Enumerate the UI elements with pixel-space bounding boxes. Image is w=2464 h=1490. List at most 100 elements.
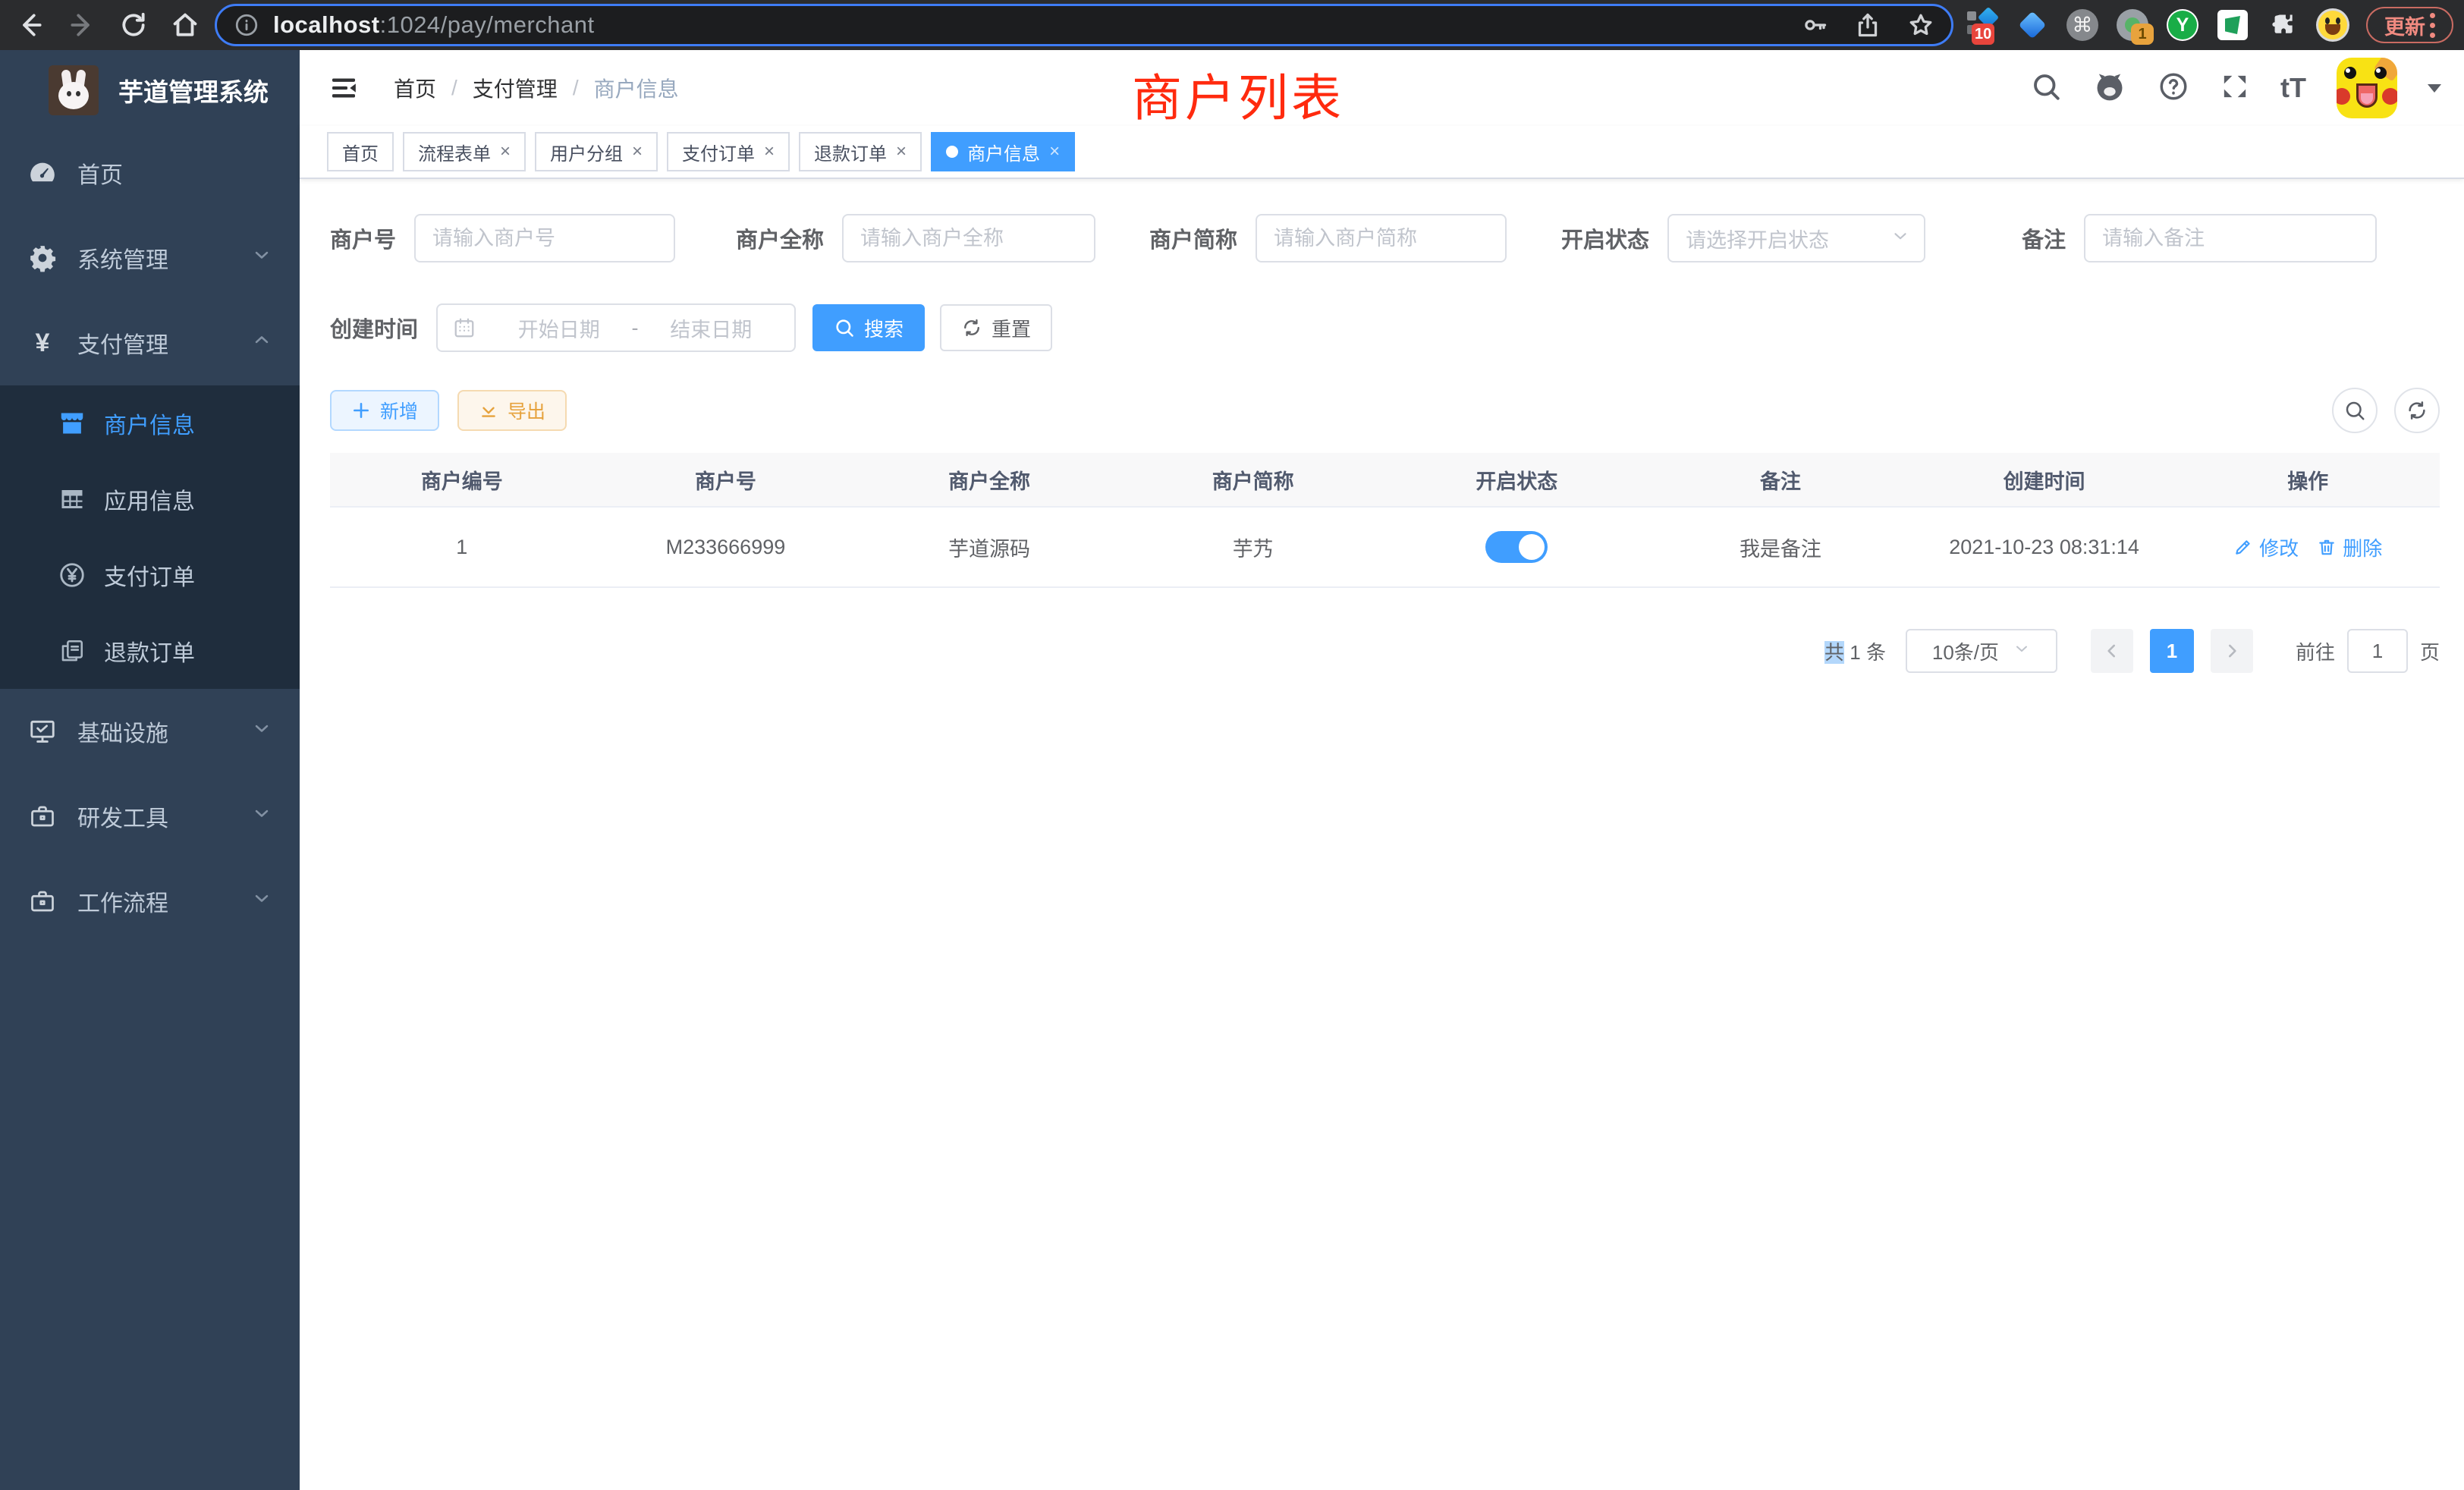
prev-page-button[interactable] [2091,629,2133,673]
edit-button[interactable]: 修改 [2233,533,2299,561]
close-icon[interactable]: × [896,143,907,161]
shop-icon [57,409,87,438]
chevron-down-icon [2013,640,2031,663]
sidebar-toggle-button[interactable] [325,70,362,106]
sidebar-item-app-info[interactable]: 应用信息 [0,461,300,537]
site-info-icon[interactable] [234,12,259,38]
sidebar-item-devtools[interactable]: 研发工具 [0,774,300,859]
close-icon[interactable]: × [1049,143,1060,161]
refresh-table-button[interactable] [2394,388,2440,433]
pagination-jumper: 前往 页 [2296,629,2440,673]
browser-back-button[interactable] [9,4,52,46]
browser-update-button[interactable]: 更新 [2366,7,2453,43]
close-icon[interactable]: × [500,143,511,161]
grid-icon [57,486,87,513]
tab-refund-order[interactable]: 退款订单 × [799,132,922,171]
share-icon[interactable] [1854,11,1881,39]
total-prefix: 共 [1824,641,1844,664]
close-icon[interactable]: × [632,143,643,161]
col-remark: 备注 [1648,465,1912,495]
help-icon[interactable] [2158,71,2189,106]
avatar[interactable] [2337,58,2397,118]
reset-button[interactable]: 重置 [940,304,1052,351]
tab-merchant-info[interactable]: 商户信息 × [931,132,1075,171]
extension-gem-icon[interactable] [2016,8,2049,42]
page-content: 商户号 商户全称 商户简称 开启状态 请选择开启状态 [300,179,2464,1490]
fullscreen-icon[interactable] [2220,71,2250,105]
total-count: 1 [1850,641,1860,664]
sidebar-item-merchant-info[interactable]: 商户信息 [0,385,300,461]
sidebar-item-workflow[interactable]: 工作流程 [0,859,300,944]
breadcrumb-home[interactable]: 首页 [394,73,436,103]
browser-menu-icon[interactable] [2430,13,2435,38]
goto-page-input[interactable] [2347,629,2408,673]
col-actions: 操作 [2176,465,2440,495]
breadcrumb-separator: / [573,76,579,100]
command-glyph: ⌘ [2066,9,2098,41]
breadcrumb: 首页 / 支付管理 / 商户信息 [394,73,679,103]
goto-suffix: 页 [2420,637,2440,665]
browser-home-button[interactable] [164,4,206,46]
search-button[interactable]: 搜索 [812,304,925,351]
bookmark-star-icon[interactable] [1907,11,1934,39]
profile-emoji-icon[interactable] [2316,8,2349,42]
tab-pay-order[interactable]: 支付订单 × [667,132,790,171]
browser-reload-button[interactable] [112,4,155,46]
extension-status-icon[interactable]: 1 [2116,8,2149,42]
status-toggle[interactable] [1485,531,1548,563]
tab-process-form[interactable]: 流程表单 × [403,132,526,171]
chevron-down-icon [251,888,272,915]
monitor-icon [26,717,59,746]
sidebar-item-system[interactable]: 系统管理 [0,215,300,300]
export-button[interactable]: 导出 [457,390,567,431]
merchant-no-input[interactable] [414,214,675,262]
address-bar[interactable]: localhost:1024/pay/merchant [215,4,1953,46]
tags-view-bar: 首页 流程表单 × 用户分组 × 支付订单 × 退款订单 × [300,126,2464,179]
github-icon[interactable] [2092,69,2127,108]
search-icon [834,317,855,338]
sidebar-logo[interactable]: 芋道管理系统 [0,50,300,130]
sidebar-item-refund-order[interactable]: 退款订单 [0,613,300,689]
extensions-puzzle-icon[interactable] [2266,8,2299,42]
extension-notes-icon[interactable] [2216,8,2249,42]
show-search-toggle-button[interactable] [2332,388,2378,433]
create-time-range-picker[interactable]: 开始日期 - 结束日期 [436,303,796,352]
page-number-1[interactable]: 1 [2150,629,2194,673]
full-name-input[interactable] [842,214,1095,262]
export-label: 导出 [508,397,545,424]
yen-glyph: ¥ [36,328,50,358]
extension-command-icon[interactable]: ⌘ [2066,8,2099,42]
tab-home[interactable]: 首页 [327,132,394,171]
browser-forward-button[interactable] [61,4,103,46]
navbar-actions: tT [2030,58,2441,118]
extension-sidekick-icon[interactable]: 10 [1966,8,1999,42]
sidebar-label-infra: 基础设施 [77,715,251,748]
status-select[interactable]: 请选择开启状态 [1667,214,1925,262]
short-name-input[interactable] [1256,214,1507,262]
close-icon[interactable]: × [764,143,775,161]
sidebar-item-home[interactable]: 首页 [0,130,300,215]
forward-arrow-icon [68,11,96,39]
sidebar-item-pay[interactable]: ¥ 支付管理 [0,300,300,385]
col-merchant-id: 商户编号 [330,465,594,495]
create-time-label: 创建时间 [330,312,436,344]
tab-user-group[interactable]: 用户分组 × [535,132,658,171]
col-merchant-no: 商户号 [594,465,858,495]
sidebar-label-pay: 支付管理 [77,326,251,360]
remark-input[interactable] [2084,214,2377,262]
delete-button[interactable]: 删除 [2317,533,2382,561]
search-label: 搜索 [864,314,904,342]
refresh-icon [2406,399,2428,422]
next-page-button[interactable] [2211,629,2253,673]
breadcrumb-pay[interactable]: 支付管理 [473,73,558,103]
sidebar-item-infra[interactable]: 基础设施 [0,689,300,774]
font-size-icon[interactable]: tT [2280,72,2306,104]
page-size-select[interactable]: 10条/页 [1906,629,2057,673]
tab-label: 支付订单 [682,139,755,165]
avatar-caret-icon[interactable] [2428,84,2441,93]
password-key-icon[interactable] [1801,11,1828,39]
sidebar-item-pay-order[interactable]: 支付订单 [0,537,300,613]
extension-y-icon[interactable]: Y [2166,8,2199,42]
search-icon[interactable] [2030,71,2062,106]
add-button[interactable]: 新增 [330,390,439,431]
